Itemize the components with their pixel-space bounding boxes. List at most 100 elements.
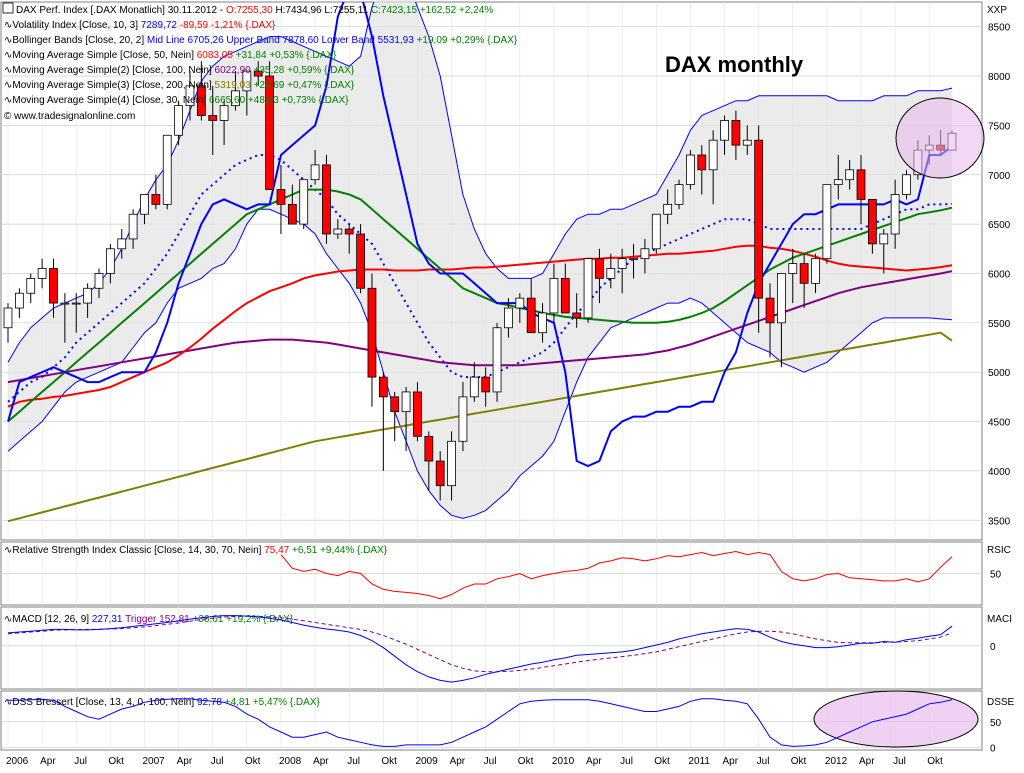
candle-up — [630, 259, 638, 260]
price-tick-label: 4500 — [988, 418, 1011, 429]
candle-up — [516, 298, 524, 308]
x-tick-label: Jul — [893, 756, 906, 767]
candle-up — [402, 392, 410, 412]
candle-down — [209, 116, 217, 121]
candle-up — [4, 308, 12, 328]
axis-tag-rsi: RSIC — [987, 545, 1011, 556]
candle-up — [652, 214, 660, 249]
x-tick-label: Jul — [211, 756, 224, 767]
legend-rsi: ∿Relative Strength Index Classic [Close,… — [4, 545, 388, 556]
x-tick-label: Apr — [313, 756, 329, 767]
price-tick-label: 5000 — [988, 368, 1011, 379]
candle-up — [721, 120, 729, 140]
candle-down — [277, 190, 285, 205]
highlight-ellipse-price — [896, 98, 984, 178]
candle-up — [72, 303, 80, 304]
legend-volatility: ∿Volatility Index [Close, 10, 3] 7289,72… — [4, 20, 276, 31]
candle-up — [777, 273, 785, 322]
legend-ma50: ∿Moving Average Simple [Close, 50, Nein]… — [4, 50, 337, 61]
candle-down — [800, 264, 808, 284]
candle-down — [527, 298, 535, 333]
candle-down — [755, 140, 763, 298]
candle-up — [84, 288, 92, 303]
candle-up — [584, 259, 592, 318]
x-tick-label: Okt — [791, 756, 807, 767]
legend-price: DAX Perf. Index [.DAX Monatlich] 30.11.2… — [16, 5, 493, 16]
copyright-text: © www.tradesignalonline.com — [4, 111, 135, 122]
candle-up — [448, 441, 456, 485]
candle-down — [391, 397, 399, 412]
legend-ma100: ∿Moving Average Simple(2) [Close, 100, N… — [4, 65, 355, 76]
candle-up — [220, 106, 228, 121]
candle-up — [163, 135, 171, 204]
candle-up — [311, 165, 319, 180]
price-tick-label: 8500 — [988, 23, 1011, 34]
candle-down — [413, 392, 421, 436]
candle-down — [379, 377, 387, 397]
candle-up — [664, 204, 672, 214]
candle-down — [357, 234, 365, 288]
x-tick-label: Apr — [586, 756, 602, 767]
candle-up — [459, 397, 467, 441]
price-tick-label: 5500 — [988, 319, 1011, 330]
candle-down — [425, 436, 433, 461]
candle-up — [470, 377, 478, 397]
x-tick-label: Jul — [347, 756, 360, 767]
price-tick-label: 7500 — [988, 121, 1011, 132]
price-tick-label: 6500 — [988, 220, 1011, 231]
x-tick-label: Okt — [381, 756, 397, 767]
x-tick-label: Okt — [108, 756, 124, 767]
candle-up — [891, 194, 899, 233]
candle-down — [345, 229, 353, 234]
candle-up — [607, 269, 615, 279]
candle-up — [618, 259, 626, 269]
candle-down — [857, 170, 865, 200]
x-tick-label: 2008 — [279, 756, 302, 767]
candle-up — [504, 308, 512, 328]
chart-title: DAX monthly — [665, 52, 804, 77]
candle-up — [641, 249, 649, 259]
x-tick-label: Apr — [40, 756, 56, 767]
candle-up — [880, 234, 888, 244]
dss-tick-label: 0 — [990, 743, 996, 754]
price-tick-label: 7000 — [988, 171, 1011, 182]
candle-down — [482, 377, 490, 392]
legend-macd: ∿MACD [12, 26, 9] 227,31 Trigger 152,81 … — [4, 614, 294, 625]
axis-tag-price: XXP — [987, 5, 1007, 16]
candle-up — [95, 273, 103, 288]
x-tick-label: 2009 — [415, 756, 438, 767]
price-tick-label: 4000 — [988, 467, 1011, 478]
candle-up — [106, 249, 114, 274]
candle-up — [493, 328, 501, 392]
legend-ma30: ∿Moving Average Simple(4) [Close, 30, Ne… — [4, 95, 349, 106]
price-tick-label: 6000 — [988, 269, 1011, 280]
candle-up — [38, 269, 46, 279]
candle-up — [846, 170, 854, 180]
candle-down — [50, 269, 58, 304]
x-tick-label: Apr — [177, 756, 193, 767]
dss-tick-label: 50 — [990, 718, 1002, 729]
candle-up — [141, 194, 149, 214]
candle-up — [175, 106, 183, 136]
candle-up — [550, 278, 558, 313]
candle-up — [789, 264, 797, 274]
candle-down — [868, 199, 876, 243]
axis-tag-macd: MACI — [987, 614, 1012, 625]
candle-up — [686, 155, 694, 185]
dax-monthly-chart: 3500400045005000550060006500700075008000… — [0, 0, 1024, 768]
x-tick-label: Okt — [654, 756, 670, 767]
candle-up — [743, 140, 751, 145]
x-tick-label: 2007 — [142, 756, 165, 767]
x-tick-label: Apr — [450, 756, 466, 767]
candle-up — [675, 185, 683, 205]
candle-down — [322, 165, 330, 234]
rsi-tick-label: 50 — [990, 570, 1002, 581]
legend-dss: ∿DSS Bressert [Close, 13, 4, 0, 100, Nei… — [4, 697, 320, 708]
x-tick-label: Jul — [757, 756, 770, 767]
x-tick-label: Jul — [620, 756, 633, 767]
x-tick-label: Jul — [74, 756, 87, 767]
candle-down — [732, 120, 740, 145]
x-tick-label: Okt — [245, 756, 261, 767]
axis-tag-dss: DSSE — [987, 697, 1015, 708]
candle-up — [300, 180, 308, 224]
